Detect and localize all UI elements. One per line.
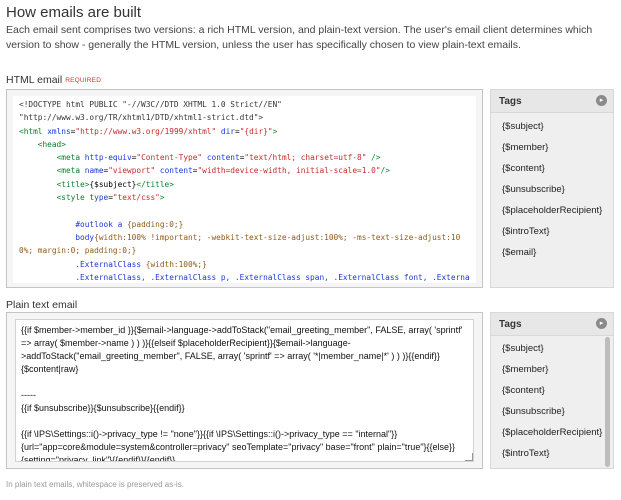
tag-item[interactable]: {$placeholderRecipient}	[491, 422, 613, 443]
html-tags-title: Tags	[499, 96, 522, 107]
tag-item[interactable]: {$email}	[491, 242, 613, 263]
tag-item[interactable]: {$subject}	[491, 338, 613, 359]
code-line: <meta name="viewport" content="width=dev…	[56, 166, 390, 176]
tag-item[interactable]: {$placeholderRecipient}	[491, 200, 613, 221]
html-email-label-text: HTML email	[6, 74, 63, 86]
tag-item[interactable]: {$introText}	[491, 443, 613, 464]
plain-email-editor: {{if $member->member_id }}{$email->langu…	[6, 312, 483, 469]
code-line: .ExternalClass, .ExternalClass p, .Exter…	[75, 272, 470, 282]
code-line: body{width:100% !important; -webkit-text…	[19, 232, 461, 256]
chevron-right-icon[interactable]: ▸	[596, 95, 607, 106]
html-email-editor[interactable]: <!DOCTYPE html PUBLIC "-//W3C//DTD XHTML…	[6, 89, 483, 288]
tag-item[interactable]: {$subject}	[491, 116, 613, 137]
code-line: <head>	[37, 139, 66, 149]
plain-email-textarea[interactable]: {{if $member->member_id }}{$email->langu…	[15, 319, 474, 462]
tag-item[interactable]: {$content}	[491, 158, 613, 179]
tag-item[interactable]: {$member}	[491, 359, 613, 380]
html-tags-panel: Tags ▸ {$subject} {$member} {$content} {$un…	[490, 89, 614, 288]
html-code-area[interactable]: <!DOCTYPE html PUBLIC "-//W3C//DTD XHTML…	[13, 96, 476, 283]
code-line: #outlook a {padding:0;}	[75, 219, 184, 229]
plain-tags-header[interactable]: Tags ▸	[491, 313, 613, 336]
tags-scrollbar[interactable]	[605, 337, 610, 467]
code-line: <title>{$subject}</title>	[56, 179, 174, 189]
plain-tags-list: {$subject} {$member} {$content} {$unsubscri…	[491, 336, 613, 464]
html-tags-list: {$subject} {$member} {$content} {$unsubscri…	[491, 113, 613, 263]
plain-tags-title: Tags	[499, 319, 522, 330]
code-line: "http://www.w3.org/TR/xhtml1/DTD/xhtml1-…	[19, 113, 264, 123]
html-tags-header[interactable]: Tags ▸	[491, 90, 613, 113]
tag-item[interactable]: {$member}	[491, 137, 613, 158]
code-line: .ExternalClass {width:100%;}	[75, 259, 207, 269]
plain-email-label: Plain text email	[6, 299, 78, 311]
tag-item[interactable]: {$unsubscribe}	[491, 401, 613, 422]
tag-item[interactable]: {$content}	[491, 380, 613, 401]
tag-item[interactable]: {$introText}	[491, 221, 613, 242]
chevron-right-icon[interactable]: ▸	[596, 318, 607, 329]
intro-text: Each email sent comprises two versions: …	[6, 24, 593, 51]
html-email-label: HTML email REQUIRED	[6, 74, 101, 86]
page-title: How emails are built	[6, 4, 142, 21]
code-line: <!DOCTYPE html PUBLIC "-//W3C//DTD XHTML…	[19, 100, 282, 109]
code-line: <html xmlns="http://www.w3.org/1999/xhtm…	[19, 126, 278, 136]
plain-tags-panel: Tags ▸ {$subject} {$member} {$content} {$un…	[490, 312, 614, 469]
code-line: <meta http-equiv="Content-Type" content=…	[56, 153, 381, 163]
code-line: <style type="text/css">	[56, 193, 165, 203]
plain-email-footnote: In plain text emails, whitespace is pres…	[6, 480, 184, 489]
tag-item[interactable]: {$unsubscribe}	[491, 179, 613, 200]
required-badge: REQUIRED	[65, 77, 102, 84]
resize-handle-icon[interactable]	[465, 453, 473, 461]
